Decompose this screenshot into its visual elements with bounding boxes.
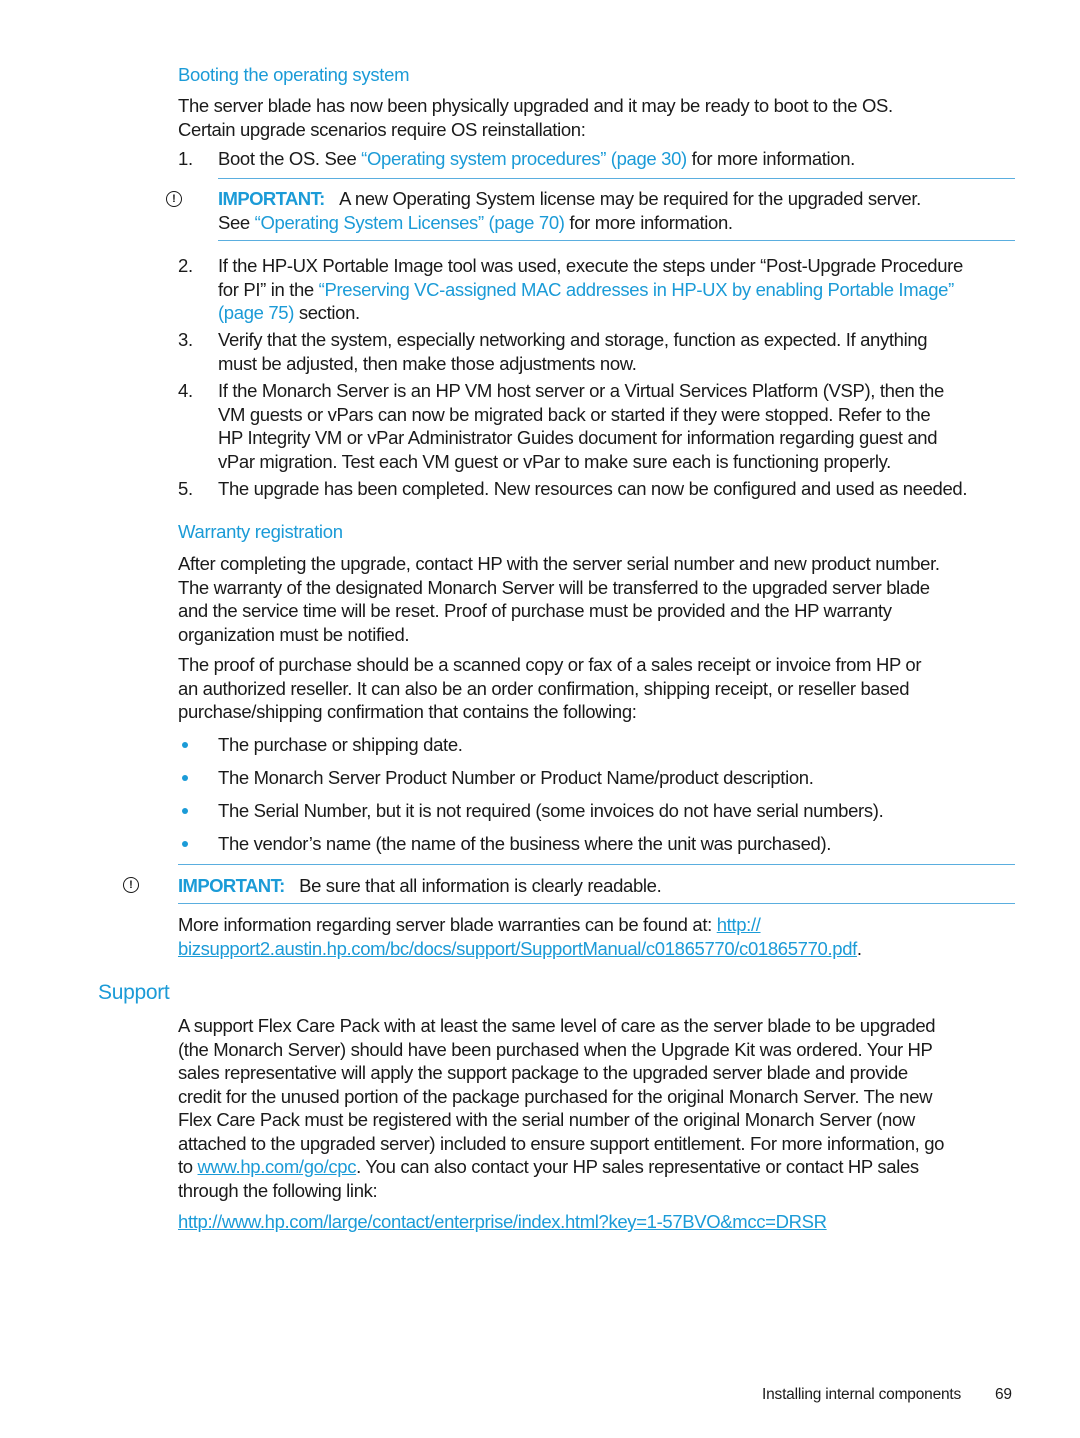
- heading-booting: Booting the operating system: [178, 64, 410, 85]
- warranty-more-info: More information regarding server blade …: [178, 914, 862, 959]
- page-number: 69: [995, 1386, 1012, 1403]
- important-note-readable: IMPORTANT: Be sure that all information …: [178, 875, 662, 896]
- link-warranty-manual[interactable]: bizsupport2.austin.hp.com/bc/docs/suppor…: [178, 938, 857, 959]
- link-hp-contact-enterprise[interactable]: http://www.hp.com/large/contact/enterpri…: [178, 1210, 827, 1234]
- booting-intro-line: The server blade has now been physically…: [178, 95, 893, 116]
- support-paragraph: A support Flex Care Pack with at least t…: [178, 1015, 945, 1201]
- list-item: The vendor’s name (the name of the busin…: [218, 833, 832, 854]
- step-number: 2.: [178, 255, 193, 276]
- step-number: 5.: [178, 478, 193, 499]
- bullet-icon: [182, 808, 188, 814]
- step-1: Boot the OS. See “Operating system proce…: [218, 148, 855, 169]
- step-number: 3.: [178, 329, 193, 350]
- link-warranty-manual[interactable]: http://: [717, 914, 761, 935]
- link-page-75[interactable]: (page 75): [218, 302, 294, 323]
- list-item: The purchase or shipping date.: [218, 734, 463, 755]
- heading-support: Support: [98, 981, 170, 1004]
- step-5: The upgrade has been completed. New reso…: [218, 478, 968, 499]
- step-4: If the Monarch Server is an HP VM host s…: [218, 380, 944, 472]
- step-number: 4.: [178, 380, 193, 401]
- warranty-paragraph-1: After completing the upgrade, contact HP…: [178, 553, 940, 645]
- list-item: The Monarch Server Product Number or Pro…: [218, 767, 814, 788]
- bullet-icon: [182, 841, 188, 847]
- step-2: If the HP-UX Portable Image tool was use…: [218, 255, 963, 323]
- step-3: Verify that the system, especially netwo…: [218, 329, 928, 374]
- link-preserving-vc-mac[interactable]: “Preserving VC-assigned MAC addresses in…: [319, 279, 955, 300]
- important-label: IMPORTANT:: [218, 188, 325, 209]
- important-label: IMPORTANT:: [178, 875, 285, 896]
- bullet-icon: [182, 742, 188, 748]
- footer-section-title: Installing internal components: [762, 1386, 962, 1403]
- important-icon: !: [166, 191, 182, 207]
- link-operating-system-licenses[interactable]: “Operating System Licenses” (page 70): [255, 212, 565, 233]
- link-operating-system-procedures[interactable]: “Operating system procedures” (page 30): [361, 148, 687, 169]
- important-note-license: IMPORTANT: A new Operating System licens…: [218, 188, 921, 233]
- heading-warranty: Warranty registration: [178, 521, 343, 542]
- bullet-icon: [182, 775, 188, 781]
- list-item: The Serial Number, but it is not require…: [218, 800, 884, 821]
- link-hp-cpc[interactable]: www.hp.com/go/cpc: [198, 1156, 357, 1177]
- important-icon: !: [123, 877, 139, 893]
- step-number: 1.: [178, 148, 193, 169]
- divider: [178, 864, 1015, 865]
- divider: [218, 240, 1015, 241]
- warranty-paragraph-2: The proof of purchase should be a scanne…: [178, 654, 922, 722]
- booting-intro-line: Certain upgrade scenarios require OS rei…: [178, 118, 586, 140]
- divider: [178, 903, 1015, 904]
- booting-intro: The server blade has now been physically…: [178, 94, 1023, 141]
- divider: [218, 178, 1015, 179]
